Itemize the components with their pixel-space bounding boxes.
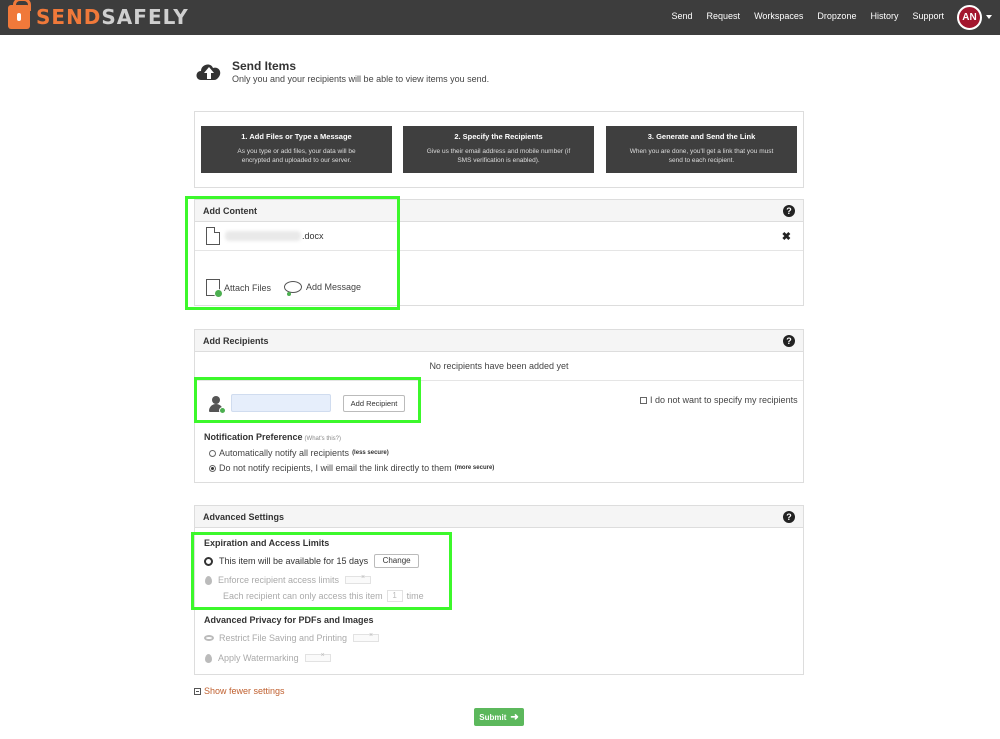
help-icon[interactable]: ? (783, 335, 795, 347)
watermark-toggle[interactable] (304, 652, 331, 662)
privacy-title: Advanced Privacy for PDFs and Images (204, 615, 374, 625)
add-recipients-title: Add Recipients (203, 336, 269, 346)
logo-send: SEND (36, 5, 102, 29)
nav-dropzone[interactable]: Dropzone (817, 11, 856, 21)
nav-history[interactable]: History (870, 11, 898, 21)
manual-notify-label: Do not notify recipients, I will email t… (219, 463, 452, 473)
highlight-box (185, 196, 400, 310)
manual-notify-note: (more secure) (454, 465, 495, 471)
show-fewer-settings-link[interactable]: Show fewer settings (194, 686, 285, 696)
auto-notify-radio[interactable] (209, 449, 216, 457)
remove-file-icon[interactable]: ✖ (782, 230, 791, 243)
step-3: 3. Generate and Send the Link When you a… (606, 126, 797, 173)
eye-icon (204, 635, 214, 641)
step-title: 2. Specify the Recipients (454, 132, 543, 141)
sendsafely-logo[interactable]: SENDSAFELY (8, 0, 189, 29)
submit-button[interactable]: Submit ➜ (474, 708, 524, 726)
nav-request[interactable]: Request (707, 11, 741, 21)
auto-notify-note: (less secure) (352, 450, 389, 456)
help-icon[interactable]: ? (783, 511, 795, 523)
restrict-label: Restrict File Saving and Printing (219, 633, 348, 643)
page-title: Send Items (232, 59, 297, 73)
steps-panel: 1. Add Files or Type a Message As you ty… (194, 111, 804, 188)
lock-icon (8, 0, 31, 29)
step-desc: When you are done, you'll get a link tha… (629, 148, 774, 164)
auto-notify-option[interactable]: Automatically notify all recipients (les… (209, 448, 389, 458)
help-icon[interactable]: ? (783, 205, 795, 217)
watermark-setting: Apply Watermarking (205, 652, 331, 663)
panel-header: Add Recipients ? (195, 330, 803, 352)
notif-title-text: Notification Preference (204, 432, 303, 442)
no-specify-label: I do not want to specify my recipients (650, 395, 798, 405)
auto-notify-label: Automatically notify all recipients (219, 448, 350, 458)
highlight-box (194, 377, 421, 423)
step-title: 1. Add Files or Type a Message (241, 132, 352, 141)
step-desc: As you type or add files, your data will… (237, 148, 356, 164)
whats-this-link[interactable]: (What's this?) (305, 436, 342, 442)
droplet-icon (205, 653, 212, 663)
cloud-upload-icon (196, 64, 221, 80)
top-nav-bar: SENDSAFELY Send Request Workspaces Dropz… (0, 0, 1000, 35)
step-2: 2. Specify the Recipients Give us their … (403, 126, 594, 173)
main-nav: Send Request Workspaces Dropzone History… (658, 11, 945, 21)
advanced-settings-title: Advanced Settings (203, 512, 285, 522)
notification-preference-title: Notification Preference (What's this?) (204, 432, 341, 442)
nav-workspaces[interactable]: Workspaces (754, 11, 803, 21)
step-desc: Give us their email address and mobile n… (426, 148, 571, 164)
show-fewer-label: Show fewer settings (204, 686, 285, 696)
step-title: 3. Generate and Send the Link (647, 132, 756, 141)
no-specify-checkbox[interactable] (640, 396, 647, 404)
submit-label: Submit (479, 712, 507, 722)
restrict-toggle[interactable] (353, 632, 380, 642)
restrict-saving-setting: Restrict File Saving and Printing (204, 632, 380, 643)
nav-support[interactable]: Support (912, 11, 944, 21)
user-avatar[interactable]: AN (957, 5, 982, 30)
logo-text: SENDSAFELY (36, 5, 189, 29)
panel-header: Advanced Settings ? (195, 506, 803, 528)
chevron-down-icon[interactable] (986, 15, 992, 19)
step-1: 1. Add Files or Type a Message As you ty… (201, 126, 392, 173)
collapse-icon (194, 687, 201, 695)
arrow-right-icon: ➜ (510, 711, 519, 723)
manual-notify-radio[interactable] (209, 464, 216, 472)
watermark-label: Apply Watermarking (218, 653, 299, 663)
manual-notify-option[interactable]: Do not notify recipients, I will email t… (209, 463, 494, 473)
nav-send[interactable]: Send (672, 11, 693, 21)
no-specify-recipients-option[interactable]: I do not want to specify my recipients (640, 395, 798, 405)
logo-safely: SAFELY (101, 5, 189, 29)
highlight-box (191, 532, 452, 610)
page-subtitle: Only you and your recipients will be abl… (232, 74, 490, 84)
